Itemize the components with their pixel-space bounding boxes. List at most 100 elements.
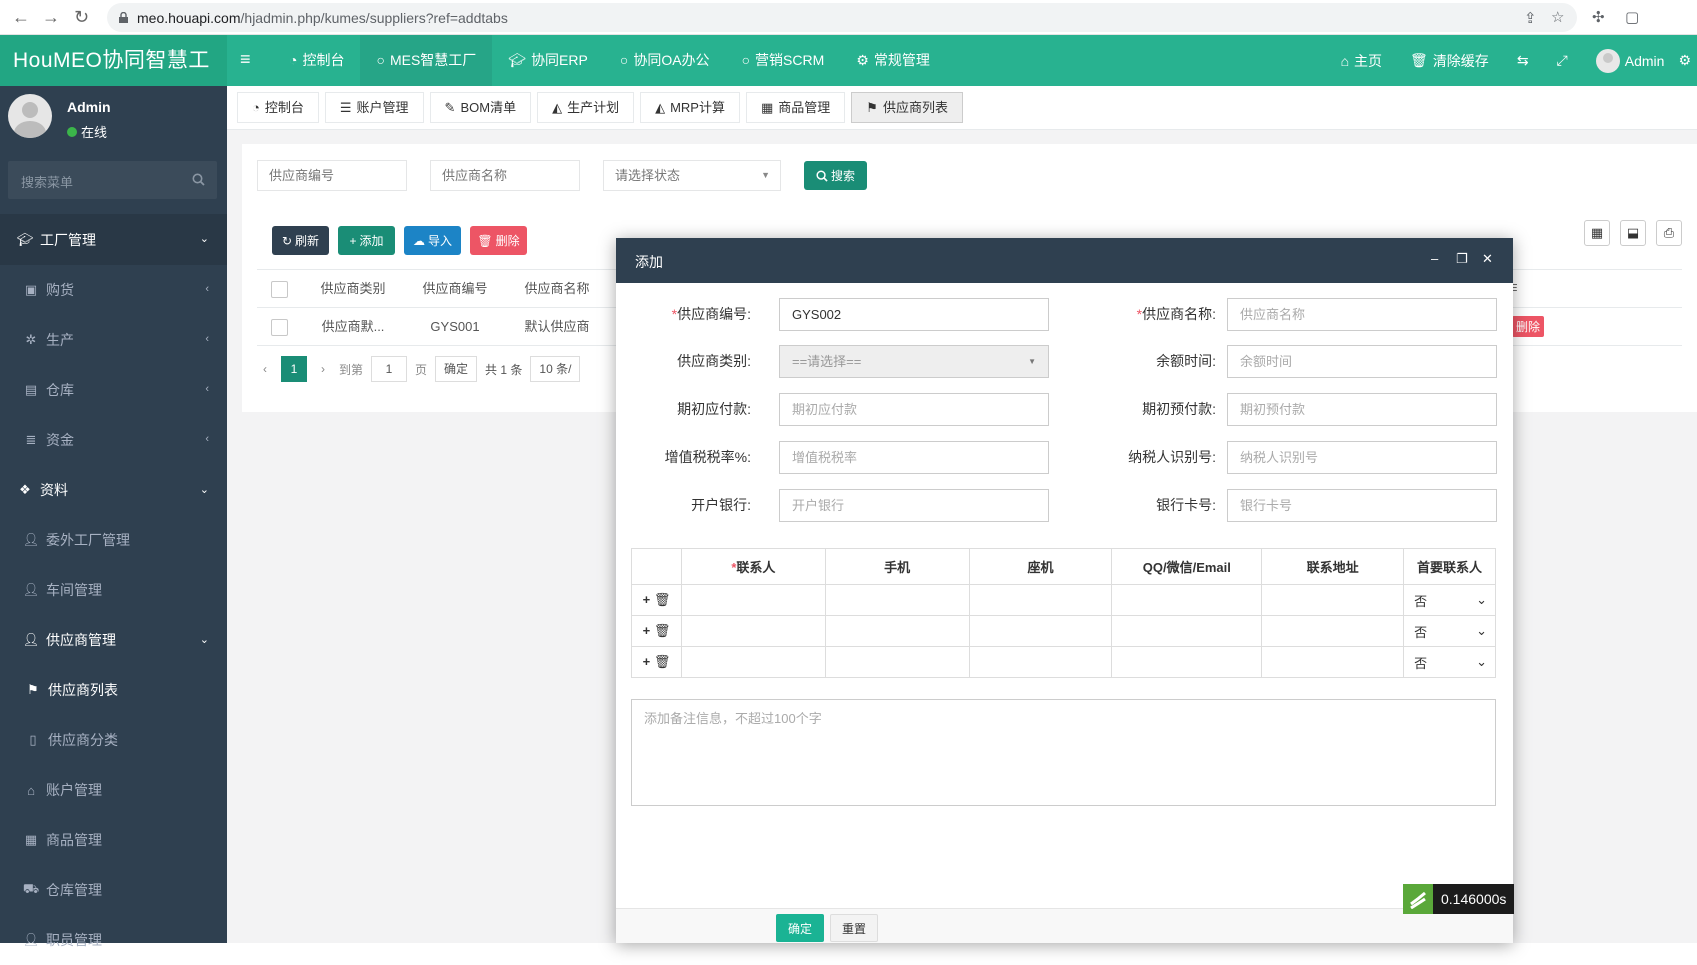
- tab-mrp[interactable]: ◭ MRP计算: [640, 92, 740, 123]
- phone-cell[interactable]: [968, 615, 1113, 647]
- back-icon[interactable]: ←: [12, 8, 30, 26]
- balance-time-field[interactable]: 余额时间: [1227, 345, 1497, 378]
- sidebar-item-staff[interactable]: 👤︎ 职员管理: [0, 915, 227, 965]
- contact-name-cell[interactable]: [680, 646, 826, 678]
- sidebar-item-purchase[interactable]: ▣ 购货 ‹: [0, 265, 227, 315]
- menu-search-input[interactable]: 搜索菜单: [8, 161, 217, 199]
- star-icon[interactable]: ☆: [1551, 8, 1564, 26]
- app-logo[interactable]: HouMEO协同智慧工厂: [0, 35, 227, 123]
- next-page-icon[interactable]: ›: [315, 362, 331, 376]
- extensions-icon[interactable]: ✣: [1592, 8, 1605, 26]
- status-select[interactable]: 请选择状态 ▼: [603, 160, 781, 191]
- phone-cell[interactable]: [968, 646, 1113, 678]
- add-button[interactable]: + 添加: [338, 226, 395, 255]
- fullscreen-icon[interactable]: ⤢: [1543, 52, 1582, 69]
- tab-supplier-list[interactable]: ⚑ 供应商列表: [851, 92, 963, 123]
- ok-button[interactable]: 确定: [776, 914, 824, 942]
- trash-icon[interactable]: 🗑︎: [654, 623, 671, 638]
- vat-rate-field[interactable]: 增值税税率: [779, 441, 1049, 474]
- maximize-icon[interactable]: ❐: [1456, 251, 1468, 267]
- tab-account[interactable]: ☰ 账户管理: [324, 92, 424, 123]
- supplier-name-filter[interactable]: 供应商名称: [430, 160, 580, 191]
- bank-field[interactable]: 开户银行: [779, 489, 1049, 522]
- nav-oa[interactable]: ○ 协同OA办公: [604, 35, 726, 86]
- address-bar[interactable]: meo.houapi.com/hjadmin.php/kumes/supplie…: [107, 3, 1577, 32]
- address-cell[interactable]: [1261, 646, 1405, 678]
- im-cell[interactable]: [1111, 646, 1263, 678]
- reload-icon[interactable]: ↻: [74, 8, 89, 26]
- primary-contact-select[interactable]: 否 ⌄: [1403, 615, 1496, 647]
- address-cell[interactable]: [1261, 615, 1405, 647]
- sidebar-item-supplier-mgmt[interactable]: 👤︎ 供应商管理 ⌄: [0, 615, 227, 665]
- primary-contact-select[interactable]: 否 ⌄: [1403, 646, 1496, 678]
- taxid-field[interactable]: 纳税人识别号: [1227, 441, 1497, 474]
- init-prepaid-field[interactable]: 期初预付款: [1227, 393, 1497, 426]
- sidebar-item-account[interactable]: ⌂ 账户管理: [0, 765, 227, 815]
- nav-mes[interactable]: ○ MES智慧工厂: [360, 35, 493, 86]
- contact-name-cell[interactable]: [680, 615, 826, 647]
- sidebar-item-workshop[interactable]: 👤︎ 车间管理: [0, 565, 227, 615]
- page-1[interactable]: 1: [281, 356, 307, 382]
- clear-cache-button[interactable]: 🗑︎ 清除缓存: [1396, 51, 1503, 71]
- primary-contact-select[interactable]: 否 ⌄: [1403, 584, 1496, 616]
- nav-dashboard[interactable]: ◔ 控制台: [273, 35, 360, 86]
- share-icon[interactable]: ⇪: [1524, 9, 1537, 27]
- sidebar-item-production[interactable]: ✲ 生产 ‹: [0, 315, 227, 365]
- sidebar-item-funds[interactable]: ≣ 资金 ‹: [0, 415, 227, 465]
- nav-general[interactable]: ⚙ 常规管理: [840, 35, 946, 86]
- translate-icon[interactable]: ⇆: [1503, 52, 1543, 69]
- delete-button[interactable]: 🗑︎ 删除: [470, 226, 527, 255]
- sidebar-item-goods[interactable]: ▦ 商品管理: [0, 815, 227, 865]
- plus-icon[interactable]: +: [643, 623, 651, 638]
- address-cell[interactable]: [1261, 584, 1405, 616]
- plus-icon[interactable]: +: [643, 654, 651, 669]
- im-cell[interactable]: [1111, 615, 1263, 647]
- contact-name-cell[interactable]: [680, 584, 826, 616]
- sidebar-item-supplier-category[interactable]: ▯ 供应商分类: [0, 715, 227, 765]
- import-button[interactable]: ☁ 导入: [404, 226, 461, 255]
- trash-icon[interactable]: 🗑︎: [654, 654, 671, 669]
- refresh-button[interactable]: ↻ 刷新: [272, 226, 329, 255]
- tab-bom[interactable]: ✎ BOM清单: [429, 92, 532, 123]
- sidebar-item-data[interactable]: ❖ 资料 ⌄: [0, 465, 227, 515]
- phone-cell[interactable]: [968, 584, 1113, 616]
- columns-icon[interactable]: ▦: [1584, 220, 1610, 246]
- row-delete-button[interactable]: 删除: [1512, 316, 1544, 337]
- supplier-category-select[interactable]: ==请选择== ▼: [779, 345, 1049, 378]
- sidebar-item-warehouse[interactable]: ▤ 仓库 ‹: [0, 365, 227, 415]
- goto-confirm-button[interactable]: 确定: [435, 356, 478, 382]
- mobile-cell[interactable]: [824, 584, 970, 616]
- select-all-checkbox[interactable]: [257, 270, 302, 308]
- nav-scrm[interactable]: ○ 营销SCRM: [726, 35, 841, 86]
- plus-icon[interactable]: +: [643, 592, 651, 607]
- settings-icon[interactable]: ⚙: [1678, 52, 1697, 69]
- supplier-code-field[interactable]: GYS002: [779, 298, 1049, 331]
- remark-textarea[interactable]: 添加备注信息，不超过100个字: [631, 699, 1496, 806]
- page-size-select[interactable]: 10 条/: [530, 356, 581, 382]
- print-icon[interactable]: ⎙: [1656, 220, 1682, 246]
- tab-goods[interactable]: ▦ 商品管理: [745, 92, 846, 123]
- menu-toggle-icon[interactable]: ≡: [240, 49, 251, 70]
- im-cell[interactable]: [1111, 584, 1263, 616]
- supplier-name-field[interactable]: 供应商名称: [1227, 298, 1497, 331]
- page-trace-timer[interactable]: 0.146000s: [1403, 884, 1515, 914]
- user-menu[interactable]: Admin: [1582, 48, 1679, 73]
- close-icon[interactable]: ✕: [1482, 251, 1493, 267]
- home-link[interactable]: ⌂ 主页: [1327, 51, 1396, 71]
- bank-card-field[interactable]: 银行卡号: [1227, 489, 1497, 522]
- tab-dashboard[interactable]: ◔ 控制台: [237, 92, 319, 123]
- prev-page-icon[interactable]: ‹: [257, 362, 273, 376]
- window-icon[interactable]: ▢: [1625, 8, 1639, 26]
- supplier-code-filter[interactable]: 供应商编号: [257, 160, 407, 191]
- search-button[interactable]: 搜索: [804, 161, 867, 190]
- sidebar-item-outsource[interactable]: 👤︎ 委外工厂管理: [0, 515, 227, 565]
- sidebar-item-factory[interactable]: 🎓︎ 工厂管理 ⌄: [0, 214, 227, 265]
- mobile-cell[interactable]: [824, 646, 970, 678]
- sidebar-item-warehouse-mgmt[interactable]: ⛟ 仓库管理: [0, 865, 227, 915]
- row-checkbox[interactable]: [257, 308, 302, 346]
- forward-icon[interactable]: →: [42, 8, 60, 26]
- page-input[interactable]: 1: [371, 356, 408, 382]
- nav-erp[interactable]: 🎓︎ 协同ERP: [492, 35, 604, 86]
- init-payable-field[interactable]: 期初应付款: [779, 393, 1049, 426]
- export-icon[interactable]: ⬓: [1620, 220, 1646, 246]
